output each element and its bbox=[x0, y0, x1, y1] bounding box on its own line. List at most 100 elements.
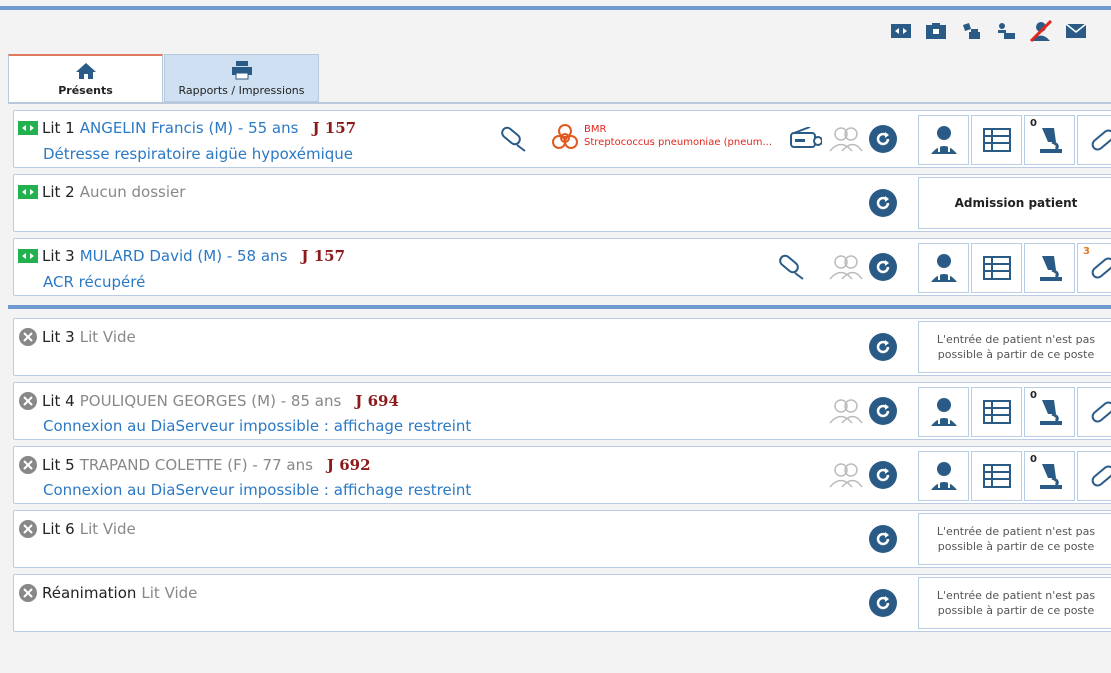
group-icon[interactable] bbox=[829, 254, 863, 284]
lab-button[interactable]: 0 bbox=[1024, 451, 1075, 501]
patient-name[interactable]: MULARD David (M) - 58 ans bbox=[80, 247, 288, 265]
diagnosis[interactable]: ACR récupéré bbox=[43, 273, 145, 291]
bmr-alert[interactable]: BMR Streptococcus pneumoniae (pneum... bbox=[550, 123, 772, 153]
medication-button[interactable] bbox=[1077, 115, 1111, 165]
mail-icon[interactable] bbox=[1063, 20, 1089, 42]
bed-number: Lit 3 bbox=[42, 328, 75, 346]
microscope-icon bbox=[1039, 400, 1062, 425]
microscope-icon bbox=[1039, 128, 1062, 153]
medication-button[interactable] bbox=[1077, 387, 1111, 437]
pill-icon bbox=[1091, 465, 1111, 487]
group-icon[interactable] bbox=[829, 126, 863, 156]
tab-label: Rapports / Impressions bbox=[178, 83, 305, 97]
table-button[interactable] bbox=[971, 115, 1022, 165]
bed-active-icon bbox=[18, 121, 38, 135]
bed-row[interactable]: Lit 1 ANGELIN Francis (M) - 55 ans J 157… bbox=[13, 110, 1111, 168]
diagnosis: Connexion au DiaServeur impossible : aff… bbox=[43, 417, 472, 435]
bed-row[interactable]: Réanimation Lit Vide L'entrée de patient… bbox=[13, 574, 1111, 632]
refresh-icon[interactable] bbox=[869, 461, 897, 489]
refresh-icon[interactable] bbox=[869, 333, 897, 361]
bed-row[interactable]: Lit 4 POULIQUEN GEORGES (M) - 85 ans J 6… bbox=[13, 382, 1111, 440]
admission-unavailable: L'entrée de patient n'est pas possible à… bbox=[918, 321, 1111, 373]
prescription-icon[interactable] bbox=[498, 125, 528, 157]
radio-icon[interactable] bbox=[790, 126, 823, 155]
medication-button[interactable] bbox=[1077, 451, 1111, 501]
patient-name[interactable]: TRAPAND COLETTE (F) - 77 ans bbox=[80, 456, 313, 474]
microscope-icon bbox=[1039, 464, 1062, 489]
table-button[interactable] bbox=[971, 451, 1022, 501]
bed-row[interactable]: Lit 3 Lit Vide L'entrée de patient n'est… bbox=[13, 318, 1111, 376]
diagnosis: Connexion au DiaServeur impossible : aff… bbox=[43, 481, 472, 499]
medication-button[interactable]: 3 bbox=[1077, 243, 1111, 293]
bed-number: Lit 5 bbox=[42, 456, 75, 474]
doctor-icon bbox=[930, 398, 957, 426]
home-icon bbox=[75, 63, 96, 79]
refresh-icon[interactable] bbox=[869, 589, 897, 617]
tab-rapports[interactable]: Rapports / Impressions bbox=[164, 54, 319, 102]
tab-bar: Présents Rapports / Impressions bbox=[8, 54, 319, 103]
bed-row[interactable]: Lit 5 TRAPAND COLETTE (F) - 77 ans J 692… bbox=[13, 446, 1111, 504]
patient-name[interactable]: POULIQUEN GEORGES (M) - 85 ans bbox=[80, 392, 342, 410]
admission-button[interactable]: Admission patient bbox=[918, 177, 1111, 229]
patient-name[interactable]: ANGELIN Francis (M) - 55 ans bbox=[80, 119, 299, 137]
bed-row[interactable]: Lit 6 Lit Vide L'entrée de patient n'est… bbox=[13, 510, 1111, 568]
no-user-icon[interactable] bbox=[1028, 20, 1054, 42]
bed-number: Lit 6 bbox=[42, 520, 75, 538]
doctor-icon bbox=[930, 126, 957, 154]
diagnosis[interactable]: Détresse respiratoire aigüe hypoxémique bbox=[43, 145, 353, 163]
bed-row[interactable]: Lit 2 Aucun dossier Admission patient bbox=[13, 174, 1111, 232]
bed-number: Lit 1 bbox=[42, 119, 75, 137]
lab-count: 0 bbox=[1030, 390, 1037, 401]
lab-count: 0 bbox=[1030, 454, 1037, 465]
refresh-icon[interactable] bbox=[869, 253, 897, 281]
stay-day: J 694 bbox=[355, 392, 399, 410]
folder-icon[interactable] bbox=[923, 20, 949, 42]
bed-number: Lit 4 bbox=[42, 392, 75, 410]
doctor-icon bbox=[930, 254, 957, 282]
tab-label: Présents bbox=[58, 84, 113, 97]
lab-button[interactable]: 0 bbox=[1024, 387, 1075, 437]
printer-icon bbox=[231, 60, 252, 79]
bed-offline-icon bbox=[18, 583, 38, 603]
refresh-icon[interactable] bbox=[869, 397, 897, 425]
table-icon bbox=[982, 256, 1011, 280]
doctor-button[interactable] bbox=[918, 451, 969, 501]
doctor-button[interactable] bbox=[918, 243, 969, 293]
group-icon[interactable] bbox=[829, 398, 863, 428]
bed-active-icon bbox=[18, 185, 38, 199]
doctor-icon bbox=[930, 462, 957, 490]
doctor-button[interactable] bbox=[918, 115, 969, 165]
pill-icon bbox=[1091, 129, 1111, 151]
prescription-icon[interactable] bbox=[776, 253, 806, 285]
patient-name: Lit Vide bbox=[79, 328, 136, 346]
table-icon bbox=[982, 400, 1011, 424]
table-button[interactable] bbox=[971, 387, 1022, 437]
refresh-icon[interactable] bbox=[869, 189, 897, 217]
lab-button[interactable] bbox=[1024, 243, 1075, 293]
refresh-icon[interactable] bbox=[869, 525, 897, 553]
group-icon[interactable] bbox=[829, 462, 863, 492]
bed-offline-icon bbox=[18, 519, 38, 539]
top-border bbox=[0, 6, 1111, 10]
patient-name: Lit Vide bbox=[79, 520, 136, 538]
bed-offline-icon bbox=[18, 455, 38, 475]
refresh-icon[interactable] bbox=[869, 125, 897, 153]
microscope-icon bbox=[1039, 256, 1062, 281]
stay-day: J 157 bbox=[301, 247, 346, 265]
bed-row[interactable]: Lit 3 MULARD David (M) - 58 ans J 157 AC… bbox=[13, 238, 1111, 296]
table-button[interactable] bbox=[971, 243, 1022, 293]
bed-offline-icon bbox=[18, 391, 38, 411]
lab-button[interactable]: 0 bbox=[1024, 115, 1075, 165]
table-icon bbox=[982, 128, 1011, 152]
transfer-icon[interactable] bbox=[888, 20, 914, 42]
print-bracelet-icon[interactable] bbox=[993, 20, 1019, 42]
print-label-icon[interactable] bbox=[958, 20, 984, 42]
alert-text: Streptococcus pneumoniae (pneum... bbox=[584, 137, 773, 148]
med-count: 3 bbox=[1083, 246, 1090, 257]
tab-presents[interactable]: Présents bbox=[8, 54, 163, 103]
bed-active-icon bbox=[18, 249, 38, 263]
doctor-button[interactable] bbox=[918, 387, 969, 437]
lab-count: 0 bbox=[1030, 118, 1037, 129]
stay-day: J 157 bbox=[312, 119, 357, 137]
stay-day: J 692 bbox=[326, 456, 371, 474]
